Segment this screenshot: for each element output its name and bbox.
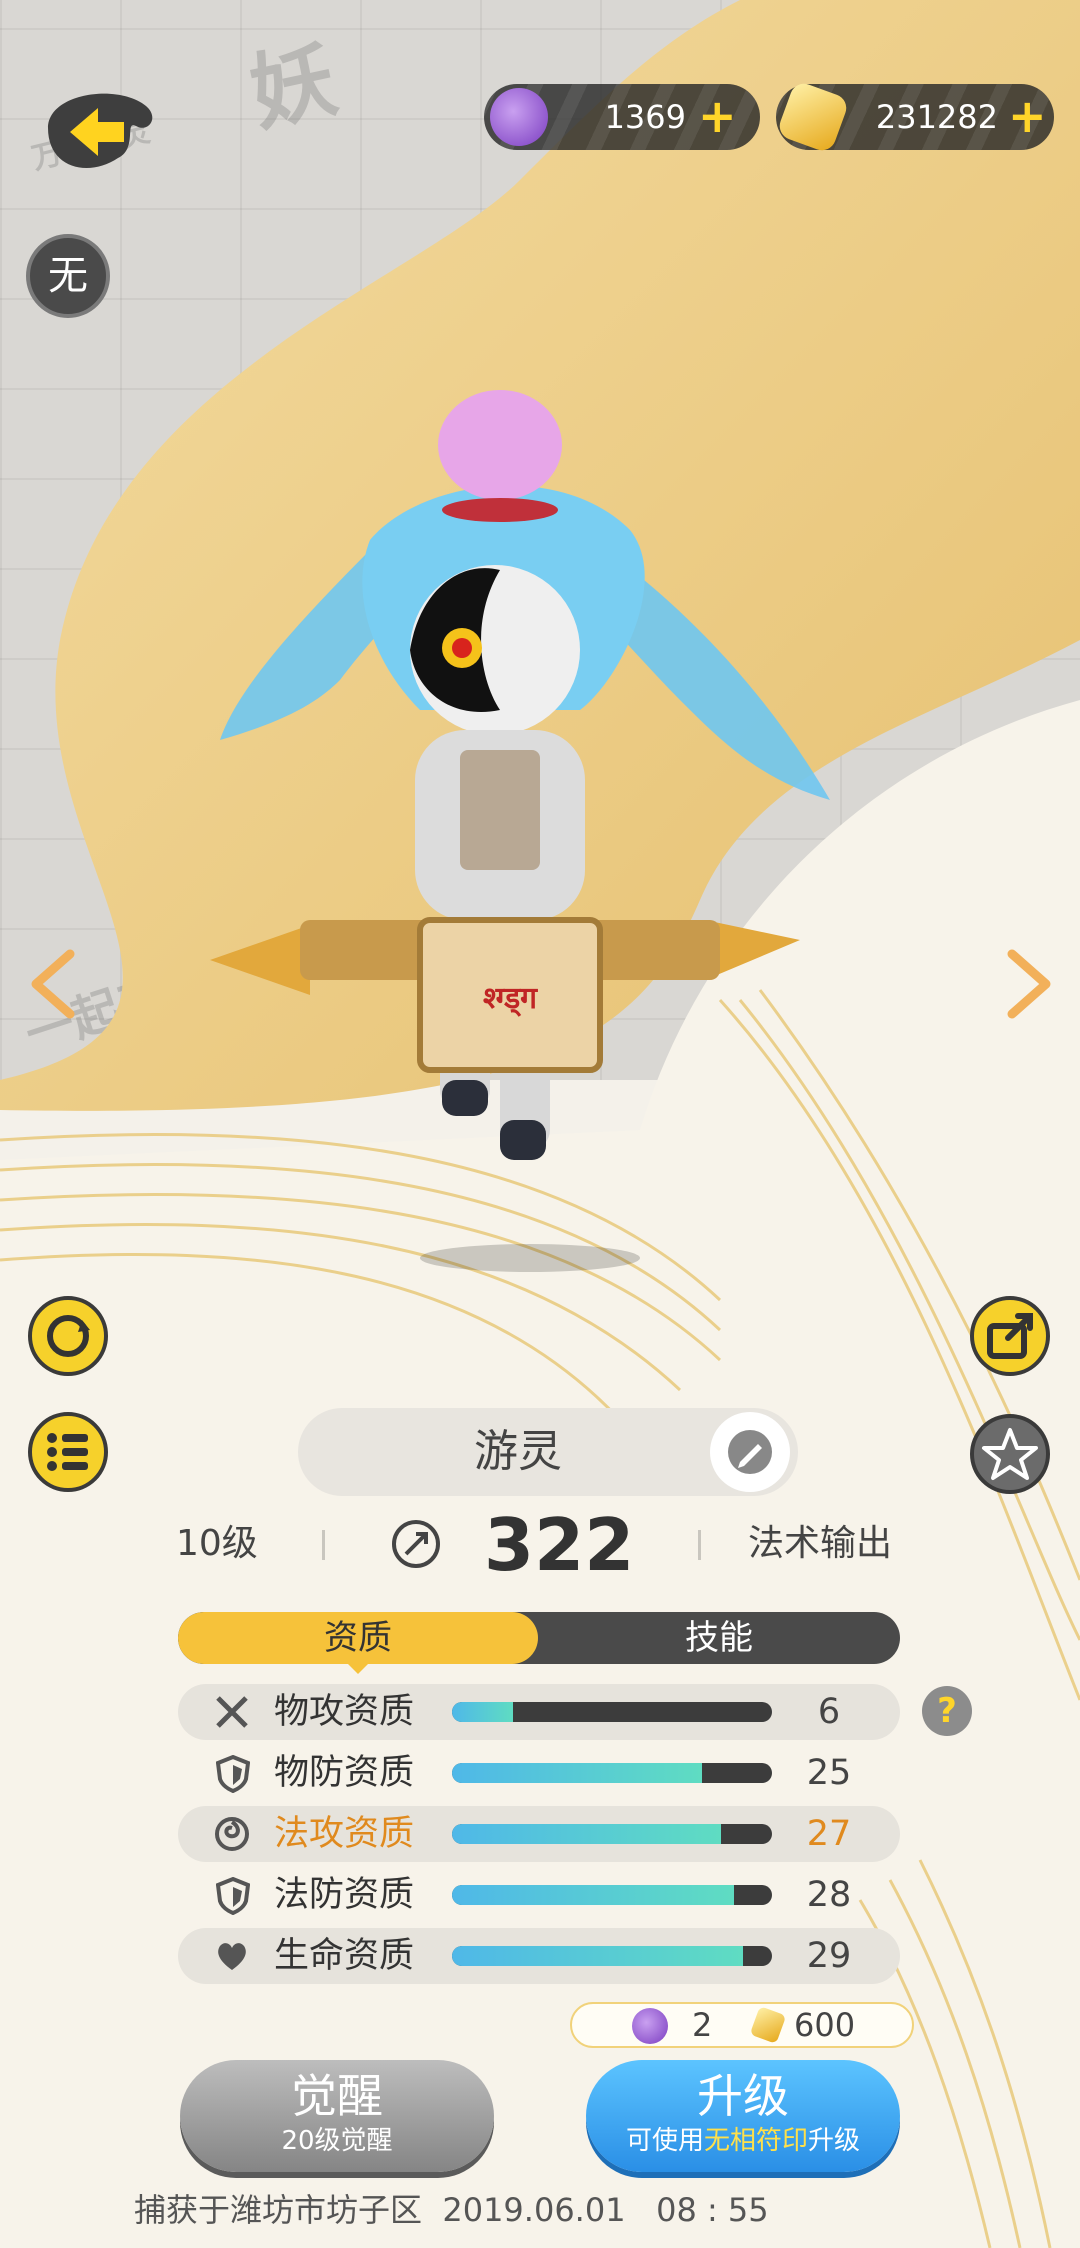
tab-aptitude[interactable]: 资质 (178, 1612, 538, 1664)
upgrade-sub-prefix: 可使用 (625, 2126, 704, 2156)
shield-icon (216, 1877, 250, 1915)
upgrade-button[interactable]: 升级 可使用无相符印升级 (586, 2060, 900, 2172)
pet-role: 法术输出 (748, 1523, 893, 1564)
stat-value: 27 (806, 1814, 852, 1854)
crystal-cost: 600 (794, 2006, 856, 2044)
gold-crystal-icon (749, 2006, 787, 2044)
divider (322, 1530, 325, 1560)
stat-bar-fill (452, 1763, 702, 1783)
stat-bar (452, 1946, 772, 1966)
divider (698, 1530, 701, 1560)
stat-row: 法防资质 28 (178, 1867, 900, 1923)
stat-value: 6 (817, 1692, 841, 1732)
star-icon (982, 1428, 1038, 1480)
stat-bar-fill (452, 1702, 513, 1722)
stat-bar-fill (452, 1824, 721, 1844)
stat-label: 法防资质 (274, 1875, 415, 1915)
refresh-icon (47, 1315, 90, 1357)
refresh-button[interactable] (28, 1296, 108, 1376)
favorite-button[interactable] (970, 1414, 1050, 1494)
pet-sign-text: श्ग्ड्ग (483, 981, 538, 1017)
upgrade-sub-highlight: 无相符印 (703, 2126, 808, 2156)
heart-icon (218, 1943, 246, 1970)
stat-label: 物攻资质 (274, 1692, 415, 1732)
chevron-left-icon (31, 949, 75, 1019)
stat-row: 生命资质 29 (178, 1928, 900, 1984)
upgrade-title: 升级 (697, 2069, 789, 2123)
stat-tabs: 资质 技能 (178, 1612, 900, 1664)
gem-count: 1369 (604, 98, 686, 136)
awaken-title: 觉醒 (291, 2069, 383, 2123)
stat-value: 28 (806, 1875, 852, 1915)
upgrade-cost: 2 600 (570, 2002, 914, 2048)
stat-row: 法攻资质 27 (178, 1806, 900, 1862)
rename-button[interactable] (710, 1412, 790, 1492)
currency-gem: 1369 + (484, 84, 760, 150)
combat-power: 322 (484, 1503, 635, 1587)
awaken-subtitle: 20级觉醒 (281, 2126, 393, 2156)
stat-bar (452, 1824, 772, 1844)
add-crystal-button[interactable]: + (1008, 86, 1047, 146)
tab-pointer (346, 1662, 370, 1674)
capture-info: 捕获于潍坊市坊子区 2019.06.01 08 : 55 (134, 2191, 769, 2229)
stat-row: 物攻资质 6 (178, 1684, 900, 1740)
pet-name: 游灵 (474, 1426, 562, 1477)
stat-value: 25 (806, 1753, 852, 1793)
stat-label: 生命资质 (274, 1936, 415, 1976)
stat-bar (452, 1702, 772, 1722)
stat-row: 物防资质 25 (178, 1745, 900, 1801)
pencil-edit-icon (728, 1430, 772, 1474)
chevron-right-icon (1007, 949, 1051, 1019)
back-arrow-icon (48, 93, 153, 168)
purple-gem-icon (490, 88, 548, 146)
crossed-swords-icon (216, 1696, 248, 1728)
stat-label: 物防资质 (274, 1753, 415, 1793)
pet-level: 10级 (176, 1523, 258, 1564)
stat-label: 法攻资质 (274, 1814, 415, 1854)
power-icon (390, 1518, 442, 1570)
share-icon (987, 1313, 1033, 1359)
share-button[interactable] (970, 1296, 1050, 1376)
awaken-button[interactable]: 觉醒 20级觉醒 (180, 2060, 494, 2172)
crystal-count: 231282 (875, 98, 998, 136)
stat-bar (452, 1885, 772, 1905)
element-badge[interactable]: 无 (26, 234, 110, 318)
stat-bar-fill (452, 1885, 734, 1905)
next-pet-arrow[interactable] (1000, 944, 1060, 1024)
menu-list-button[interactable] (28, 1412, 108, 1492)
stat-value: 29 (806, 1936, 852, 1976)
upgrade-sub-suffix: 升级 (808, 2126, 861, 2156)
upgrade-subtitle: 可使用无相符印升级 (586, 2124, 900, 2158)
help-icon[interactable]: ? (922, 1686, 972, 1736)
gem-cost: 2 (692, 2006, 713, 2044)
purple-gem-icon (632, 2008, 668, 2044)
list-icon (47, 1433, 88, 1471)
magic-swirl-icon (215, 1817, 249, 1851)
pet-character-model: श्ग्ड्ग (210, 390, 830, 1272)
stat-bar-fill (452, 1946, 744, 1966)
add-gem-button[interactable]: + (698, 86, 737, 146)
stat-bar (452, 1763, 772, 1783)
previous-pet-arrow[interactable] (22, 944, 82, 1024)
tab-skills[interactable]: 技能 (538, 1612, 900, 1664)
currency-crystal: 231282 + (775, 79, 1054, 155)
shield-icon (216, 1755, 250, 1793)
back-button[interactable] (28, 78, 164, 188)
